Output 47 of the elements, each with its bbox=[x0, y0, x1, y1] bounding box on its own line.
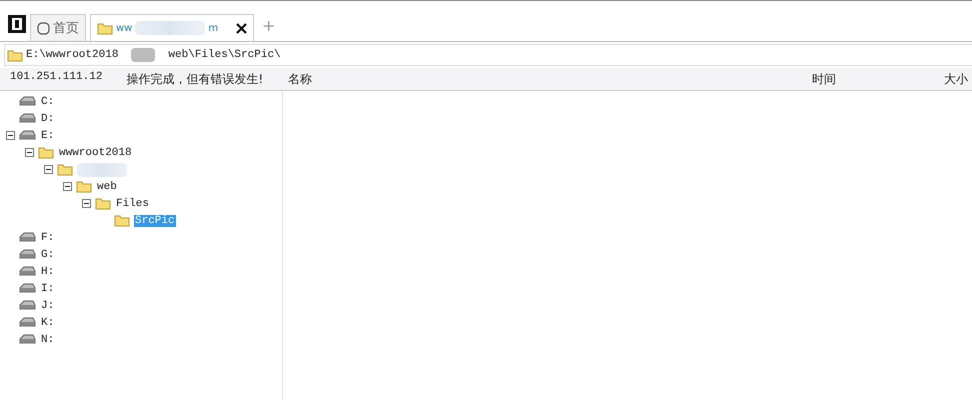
collapse-toggle[interactable] bbox=[63, 182, 72, 191]
tree-item[interactable]: wwwroot2018 bbox=[58, 146, 133, 158]
tree-item[interactable]: G: bbox=[40, 248, 56, 260]
folder-icon bbox=[95, 197, 111, 210]
tree-item[interactable]: K: bbox=[40, 316, 56, 328]
tree-item[interactable]: J: bbox=[40, 300, 56, 312]
tree-item[interactable]: E: bbox=[40, 130, 56, 142]
tree-item[interactable]: I: bbox=[40, 282, 56, 294]
drive-icon bbox=[19, 232, 36, 243]
tree-item[interactable]: Files bbox=[115, 198, 150, 210]
collapse-toggle[interactable] bbox=[6, 131, 15, 140]
home-tab[interactable]: 首页 bbox=[30, 14, 86, 41]
tree-item[interactable]: N: bbox=[40, 334, 56, 346]
close-icon[interactable] bbox=[236, 22, 247, 34]
collapse-toggle[interactable] bbox=[82, 199, 91, 208]
address-bar[interactable]: E:\wwwroot2018 web\Files\SrcPic\ bbox=[4, 44, 972, 66]
drive-icon bbox=[19, 300, 36, 311]
folder-icon bbox=[7, 48, 23, 62]
folder-tab[interactable]: ww m bbox=[90, 14, 254, 41]
drive-icon bbox=[19, 266, 36, 277]
drive-icon bbox=[19, 283, 36, 294]
folder-icon bbox=[38, 146, 54, 159]
column-header[interactable]: 名称 bbox=[282, 70, 812, 88]
tree-item[interactable]: web bbox=[96, 180, 118, 192]
host-address: 101.251.111.12 bbox=[10, 70, 102, 84]
blurred-patch bbox=[131, 48, 156, 62]
drive-icon bbox=[19, 96, 36, 107]
column-header[interactable]: 大小 bbox=[944, 70, 972, 88]
drive-icon bbox=[19, 317, 36, 328]
blurred-patch bbox=[135, 21, 206, 35]
folder-icon bbox=[114, 214, 130, 227]
app-icon bbox=[8, 15, 26, 33]
collapse-toggle[interactable] bbox=[25, 148, 34, 157]
tree-item[interactable]: D: bbox=[40, 112, 56, 124]
tree-item[interactable]: H: bbox=[40, 266, 56, 278]
drive-icon bbox=[19, 113, 36, 124]
column-header[interactable]: 时间 bbox=[812, 70, 944, 88]
status-message: 操作完成，但有错误发生! bbox=[126, 70, 264, 88]
tree-item[interactable]: F: bbox=[40, 232, 56, 244]
folder-icon bbox=[97, 22, 113, 34]
collapse-toggle[interactable] bbox=[44, 165, 53, 174]
drive-icon bbox=[19, 130, 36, 141]
drive-icon bbox=[19, 334, 36, 345]
drive-icon bbox=[19, 249, 36, 260]
folder-icon bbox=[57, 163, 73, 176]
tree-item[interactable]: C: bbox=[40, 96, 56, 108]
folder-icon bbox=[76, 180, 92, 193]
